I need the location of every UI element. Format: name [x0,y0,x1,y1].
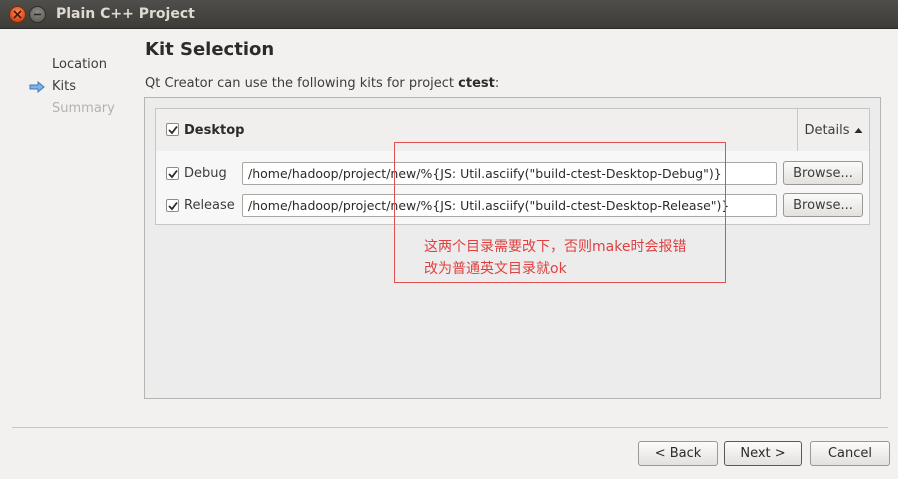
sidebar-item-location: Location [52,57,107,72]
checkmark-icon [168,125,178,135]
debug-checkbox[interactable] [166,167,179,180]
checkmark-icon [168,169,178,179]
release-checkbox[interactable] [166,199,179,212]
right-arrow-icon [29,81,45,93]
project-name: ctest [458,76,495,91]
footer-divider [12,427,888,428]
title-bar: Plain C++ Project [0,0,898,29]
intro-text: Qt Creator can use the following kits fo… [145,76,499,91]
window-title: Plain C++ Project [56,6,195,22]
release-browse-button[interactable]: Browse... [783,193,863,217]
intro-prefix: Qt Creator can use the following kits fo… [145,76,459,91]
debug-label: Debug [184,166,227,181]
annotation-line-2: 改为普通英文目录就ok [424,261,567,277]
checkmark-icon [168,201,178,211]
cancel-button[interactable]: Cancel [810,441,890,466]
sidebar-item-kits: Kits [52,79,77,94]
details-toggle-button[interactable]: Details [797,109,869,151]
details-label: Details [804,122,850,138]
kit-name: Desktop [184,123,245,138]
kit-desktop-checkbox[interactable] [166,123,179,136]
debug-browse-button[interactable]: Browse... [783,161,863,185]
next-button[interactable]: Next > [724,441,802,466]
sidebar-item-summary: Summary [52,101,115,116]
annotation-line-1: 这两个目录需要改下，否则make时会报错 [424,239,687,255]
release-label: Release [184,198,235,213]
page-title: Kit Selection [145,39,275,60]
intro-suffix: : [494,76,500,91]
close-icon[interactable] [9,6,26,23]
back-button[interactable]: < Back [638,441,718,466]
annotation-note: 这两个目录需要改下，否则make时会报错 改为普通英文目录就ok [424,236,686,280]
minimize-icon[interactable] [29,6,46,23]
triangle-up-icon [854,127,863,133]
